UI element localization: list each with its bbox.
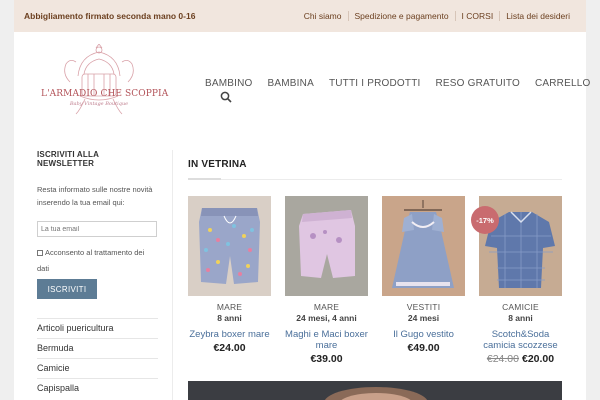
consent-checkbox[interactable] (37, 250, 43, 257)
product-card[interactable]: MARE 24 mesi, 4 anni Maghi e Maci boxer … (285, 196, 368, 365)
category-item[interactable]: Capispalla (37, 378, 158, 398)
nav-carrello[interactable]: CARRELLO (535, 78, 591, 89)
consent-label: Acconsento al trattamento dei dati (37, 248, 145, 273)
product-card[interactable]: VESTITI 24 mesi Il Gugo vestito €49.00 (382, 196, 465, 354)
top-bar: Abbigliamento firmato seconda mano 0-16 … (14, 0, 586, 32)
product-card[interactable]: MARE 8 anni Zeybra boxer mare €24.00 (188, 196, 271, 354)
sidebar-divider (172, 150, 173, 400)
top-link-spedizione[interactable]: Spedizione e pagamento (347, 11, 455, 21)
product-price: €24.00 €20.00 (479, 353, 562, 365)
sale-price: €20.00 (522, 353, 555, 365)
product-name[interactable]: Zeybra boxer mare (188, 329, 271, 340)
product-image[interactable] (285, 196, 368, 296)
product-price: €49.00 (407, 342, 440, 354)
nav-reso-gratuito[interactable]: RESO GRATUITO (435, 78, 519, 89)
category-item[interactable]: Articoli puericultura (37, 318, 158, 338)
logo-subtitle: Baby Vintage Boutique (69, 101, 129, 107)
category-item[interactable]: Camicie (37, 358, 158, 378)
product-age: 8 anni (508, 313, 533, 323)
product-image[interactable] (382, 196, 465, 296)
banner-image[interactable] (188, 381, 562, 400)
section-divider (221, 179, 562, 180)
product-age: 8 anni (217, 313, 242, 323)
product-category: MARE (313, 302, 340, 312)
main-nav: BAMBINO BAMBINA TUTTI I PRODOTTI RESO GR… (205, 78, 590, 89)
category-list: Articoli puericultura Bermuda Camicie Ca… (37, 318, 158, 398)
product-category: MARE (216, 302, 243, 312)
top-link-chi-siamo[interactable]: Chi siamo (298, 11, 348, 21)
product-name[interactable]: Maghi e Maci boxer mare (285, 329, 368, 351)
consent-row: Acconsento al trattamento dei dati (37, 245, 158, 277)
nav-tutti-prodotti[interactable]: TUTTI I PRODOTTI (329, 78, 421, 89)
newsletter-text: Resta informato sulle nostre novità inse… (37, 185, 153, 207)
nav-bambina[interactable]: BAMBINA (268, 78, 314, 89)
email-field[interactable] (37, 221, 157, 237)
product-image[interactable] (188, 196, 271, 296)
product-price: €39.00 (310, 353, 343, 365)
top-links: Chi siamo Spedizione e pagamento I CORSI… (298, 11, 576, 21)
title-underline (188, 178, 221, 180)
search-icon[interactable] (220, 91, 232, 103)
product-name[interactable]: Scotch&Soda camicia scozzese (479, 329, 562, 351)
site-tagline: Abbigliamento firmato seconda mano 0-16 (24, 11, 196, 21)
top-link-corsi[interactable]: I CORSI (454, 11, 500, 21)
product-name[interactable]: Il Gugo vestito (382, 329, 465, 340)
category-item[interactable]: Bermuda (37, 338, 158, 358)
featured-title: IN VETRINA (188, 159, 247, 170)
old-price: €24.00 (486, 353, 519, 365)
logo-title: L'ARMADIO CHE SCOPPIA (41, 89, 169, 99)
product-category: CAMICIE (502, 302, 539, 312)
sale-badge: -17% (471, 206, 499, 234)
product-card[interactable]: -17% CAMICIE 8 anni Scotch&Soda camicia … (471, 196, 562, 365)
product-age: 24 mesi (407, 313, 440, 323)
subscribe-button[interactable]: ISCRIVITI (37, 279, 97, 299)
nav-bambino[interactable]: BAMBINO (205, 78, 253, 89)
newsletter-title: ISCRIVITI ALLA NEWSLETTER (37, 150, 99, 168)
product-category: VESTITI (406, 302, 441, 312)
newsletter-widget: ISCRIVITI ALLA NEWSLETTER Resta informat… (37, 150, 158, 299)
product-price: €24.00 (213, 342, 246, 354)
product-age: 24 mesi, 4 anni (296, 313, 357, 323)
top-link-wishlist[interactable]: Lista dei desideri (499, 11, 576, 21)
